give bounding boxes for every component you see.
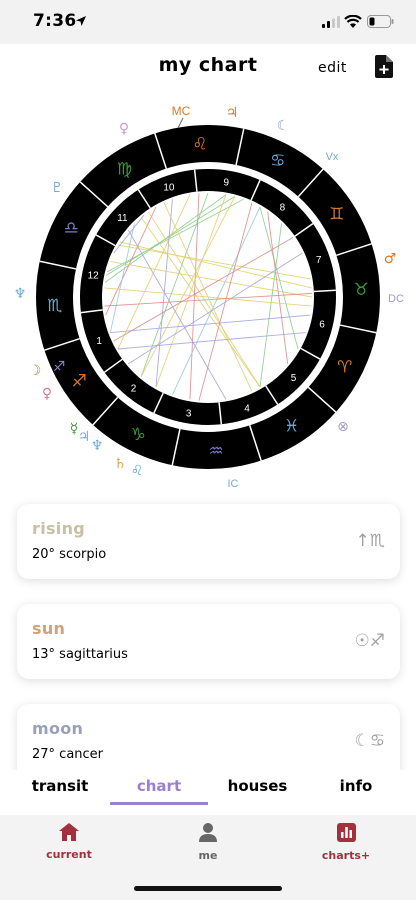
- planet-glyph-icon: ♃: [78, 429, 91, 445]
- planet-glyph-icon: ♀: [42, 386, 52, 402]
- planet-glyph-icon: ♌: [131, 463, 144, 479]
- zodiac-sign-icon: ♈: [337, 358, 352, 378]
- card-value: 13° sagittarius: [32, 647, 128, 662]
- house-number: 11: [117, 213, 128, 224]
- planet-glyph-icon: ♄: [114, 456, 127, 472]
- house-number: 12: [88, 271, 100, 282]
- planet-glyph-icon: ♆: [91, 438, 104, 454]
- active-tab-indicator: [110, 802, 208, 805]
- mc-label: MC: [172, 104, 191, 118]
- card-title: sun: [32, 619, 66, 638]
- ic-label: IC: [228, 478, 239, 490]
- card-title: rising: [32, 519, 86, 538]
- house-number: 4: [244, 403, 250, 414]
- cellular-signal-icon: [322, 16, 340, 28]
- natal-chart-wheel[interactable]: 123 456789101112♏♎♍♌♋♊♉♈♓♒♑♐♃♀ ☾♇♂♆☽ ♐♀☿ ♃♆♄…: [0, 96, 416, 496]
- planet-glyph-icon: ♀: [119, 121, 129, 137]
- zodiac-sign-icon: ♋: [270, 151, 285, 171]
- planet-glyph-icon: ♃: [226, 105, 239, 121]
- nav-charts-plus[interactable]: charts+: [296, 823, 396, 862]
- tab-info[interactable]: info: [320, 777, 392, 795]
- house-number: 6: [319, 319, 325, 330]
- zodiac-sign-icon: ♐: [72, 372, 87, 392]
- nav-me[interactable]: me: [158, 823, 258, 862]
- zodiac-sign-icon: ♑: [131, 425, 146, 445]
- house-number: 3: [186, 408, 192, 419]
- zodiac-sign-icon: ♉: [354, 280, 369, 300]
- house-number: 2: [131, 383, 137, 394]
- edit-button[interactable]: edit: [318, 60, 347, 76]
- house-number: 9: [224, 177, 230, 188]
- tab-transit[interactable]: transit: [20, 777, 100, 795]
- zodiac-sign-icon: ♓: [284, 417, 299, 437]
- wheel-rings: [36, 117, 380, 469]
- rising-card[interactable]: rising 20° scorpio ↑♏: [17, 504, 400, 579]
- nav-label: current: [46, 848, 92, 861]
- aspect-lines: [104, 192, 313, 401]
- zodiac-sign-icon: ♏: [47, 296, 62, 316]
- house-number: 1: [96, 336, 102, 347]
- rising-scorpio-icon: ↑♏: [355, 531, 385, 551]
- home-indicator: [134, 886, 282, 891]
- moon-cancer-icon: ☾♋: [354, 731, 385, 751]
- house-number: 8: [280, 203, 286, 214]
- sun-card[interactable]: sun 13° sagittarius ☉♐: [17, 604, 400, 679]
- sun-sagittarius-icon: ☉♐: [354, 631, 385, 651]
- zodiac-sign-icon: ♎: [64, 218, 79, 238]
- moon-card[interactable]: moon 27° cancer ☾♋: [17, 704, 400, 779]
- bar-chart-icon: [336, 823, 356, 842]
- battery-icon: [367, 15, 394, 28]
- descendant-label: DC: [388, 293, 404, 305]
- nav-current[interactable]: current: [19, 823, 119, 861]
- card-value: 20° scorpio: [32, 547, 107, 562]
- planet-glyph-icon: ♇: [51, 180, 64, 196]
- status-time: 7:36: [33, 11, 77, 31]
- zodiac-sign-icon: ♊: [329, 204, 344, 224]
- card-value: 27° cancer: [32, 747, 104, 762]
- nav-label: charts+: [321, 849, 371, 862]
- planet-glyph-icon: ♆: [14, 286, 27, 302]
- nav-label: me: [198, 849, 218, 862]
- tab-houses[interactable]: houses: [215, 777, 300, 795]
- planet-glyph-icon: ♐: [53, 359, 66, 375]
- planet-glyph-icon: ☽: [29, 363, 42, 379]
- page-title: my chart: [158, 54, 258, 76]
- planet-glyph-icon: ♂: [384, 251, 397, 267]
- location-arrow-icon: [76, 16, 86, 26]
- planet-glyph-icon: ☾: [277, 118, 290, 134]
- house-number: 10: [163, 183, 175, 194]
- card-title: moon: [32, 719, 84, 738]
- status-bar: 7:36: [0, 0, 416, 44]
- zodiac-sign-icon: ♍: [117, 159, 132, 179]
- view-tabs: transit chart houses info: [0, 770, 416, 810]
- zodiac-sign-icon: ♌: [192, 135, 207, 155]
- zodiac-sign-icon: ♒: [208, 441, 223, 461]
- vertex-label: Vx: [326, 151, 339, 163]
- person-icon: [199, 823, 217, 842]
- house-number: 7: [316, 255, 322, 266]
- tab-chart[interactable]: chart: [110, 777, 208, 795]
- planet-glyph-icon: ⊗: [337, 419, 349, 435]
- add-chart-icon[interactable]: [374, 55, 393, 78]
- wifi-icon: [344, 15, 362, 28]
- home-icon: [59, 823, 79, 841]
- house-number: 5: [291, 373, 297, 384]
